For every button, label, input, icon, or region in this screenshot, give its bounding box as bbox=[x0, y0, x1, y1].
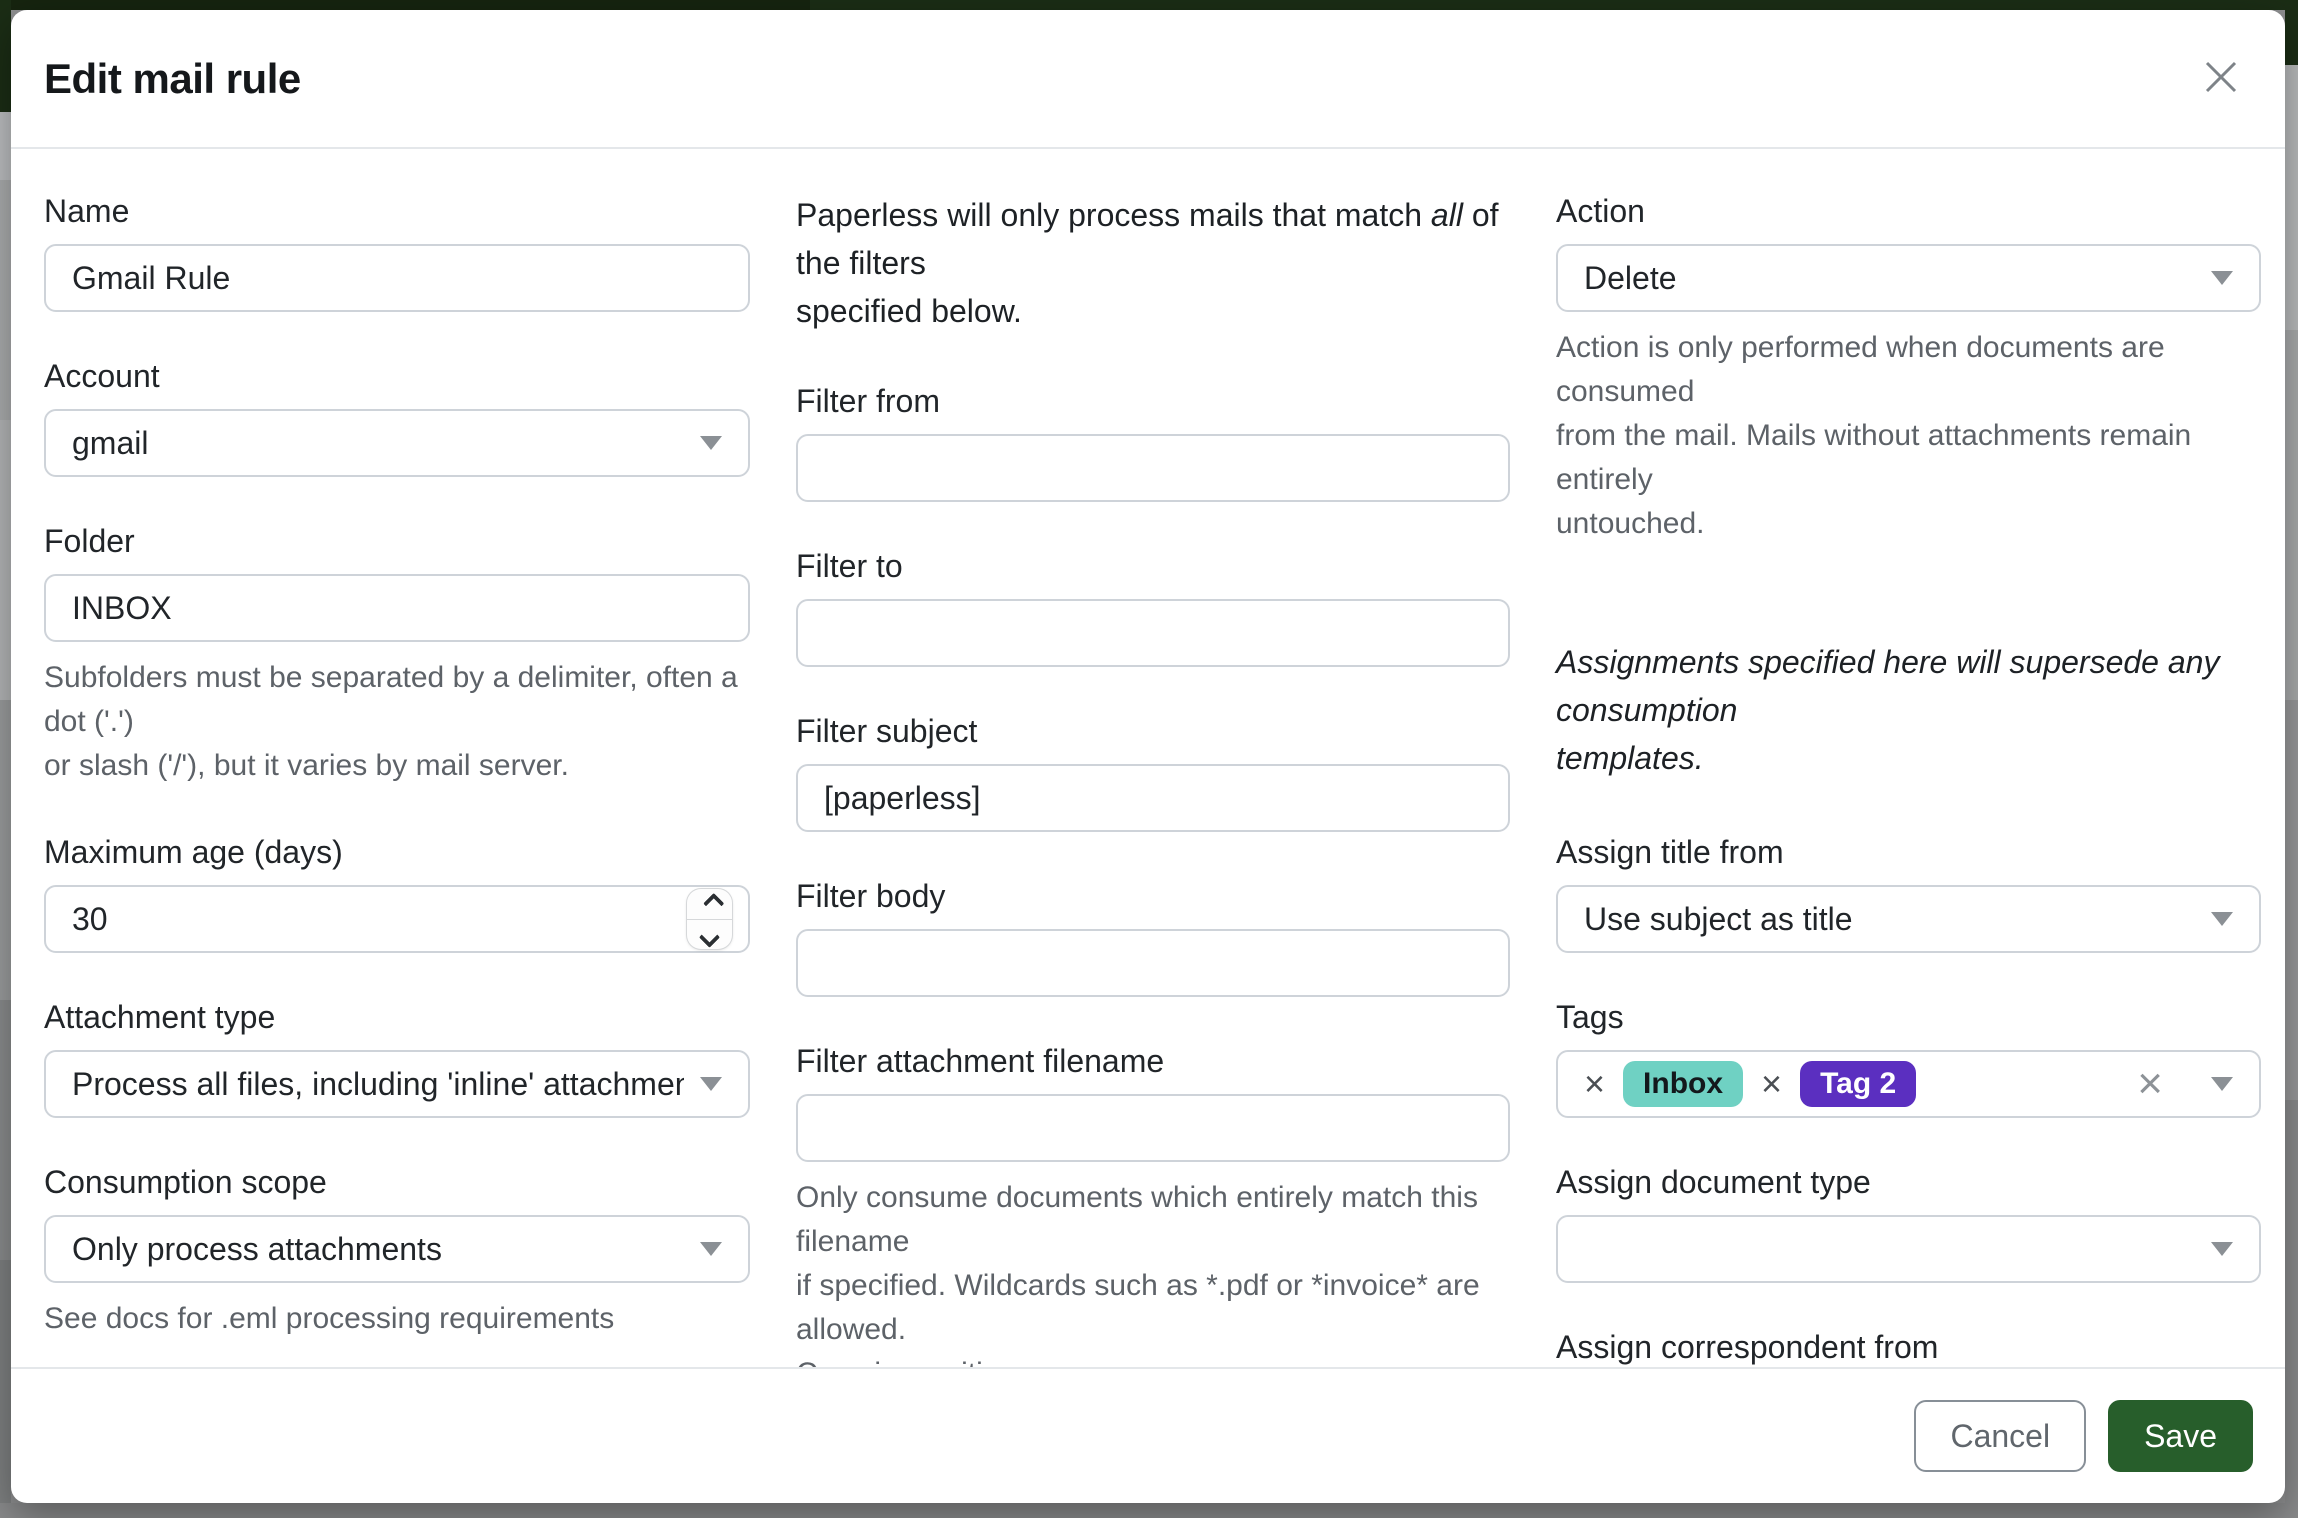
backdrop-left-edge bbox=[0, 0, 11, 1518]
tags-label: Tags bbox=[1556, 997, 2261, 1037]
filter-filename-input[interactable] bbox=[796, 1094, 1510, 1162]
stepper-up[interactable] bbox=[687, 889, 732, 920]
consumption-scope-label: Consumption scope bbox=[44, 1162, 750, 1202]
assign-correspondent-field-group: Assign correspondent from Do not assign … bbox=[1556, 1327, 2261, 1367]
chevron-down-icon bbox=[2211, 1077, 2233, 1091]
filter-to-label: Filter to bbox=[796, 546, 1510, 586]
assign-doctype-field-group: Assign document type bbox=[1556, 1162, 2261, 1283]
action-help-text: Action is only performed when documents … bbox=[1556, 326, 2261, 546]
tag-pill-tag-2: Tag 2 bbox=[1800, 1061, 1916, 1107]
attachment-type-selected-value: Process all files, including 'inline' at… bbox=[72, 1066, 684, 1103]
clear-tags-button[interactable]: × bbox=[2137, 1062, 2163, 1106]
account-select[interactable]: gmail bbox=[44, 409, 750, 477]
name-field-group: Name bbox=[44, 191, 750, 312]
assign-doctype-label: Assign document type bbox=[1556, 1162, 2261, 1202]
name-input[interactable] bbox=[44, 244, 750, 312]
filter-body-input[interactable] bbox=[796, 929, 1510, 997]
remove-tag-2-button[interactable]: × bbox=[1761, 1066, 1782, 1102]
dialog-title: Edit mail rule bbox=[44, 55, 301, 103]
chevron-down-icon bbox=[700, 436, 722, 450]
dialog-header: Edit mail rule bbox=[11, 10, 2285, 149]
chevron-down-icon bbox=[2211, 271, 2233, 285]
consumption-scope-selected-value: Only process attachments bbox=[72, 1231, 684, 1268]
close-button[interactable] bbox=[2193, 51, 2249, 107]
account-selected-value: gmail bbox=[72, 425, 684, 462]
folder-field-group: Folder Subfolders must be separated by a… bbox=[44, 521, 750, 788]
assign-title-selected-value: Use subject as title bbox=[1584, 901, 2195, 938]
filter-to-field-group: Filter to bbox=[796, 546, 1510, 667]
action-label: Action bbox=[1556, 191, 2261, 231]
remove-tag-inbox-button[interactable]: × bbox=[1584, 1066, 1605, 1102]
assign-doctype-select[interactable] bbox=[1556, 1215, 2261, 1283]
action-select[interactable]: Delete bbox=[1556, 244, 2261, 312]
filter-filename-help-text: Only consume documents which entirely ma… bbox=[796, 1176, 1510, 1367]
filters-intro-before: Paperless will only process mails that m… bbox=[796, 197, 1431, 233]
name-label: Name bbox=[44, 191, 750, 231]
chevron-down-icon bbox=[700, 1242, 722, 1256]
tags-multiselect[interactable]: × Inbox × Tag 2 × bbox=[1556, 1050, 2261, 1118]
filters-intro-emphasis: all bbox=[1431, 197, 1463, 233]
backdrop-navbar bbox=[0, 0, 2298, 10]
stepper-down[interactable] bbox=[687, 920, 732, 950]
save-button[interactable]: Save bbox=[2108, 1400, 2253, 1472]
assign-correspondent-label: Assign correspondent from bbox=[1556, 1327, 2261, 1367]
column-filters: Paperless will only process mails that m… bbox=[796, 191, 1510, 1367]
tag-pill-inbox: Inbox bbox=[1623, 1061, 1743, 1107]
filter-subject-input[interactable] bbox=[796, 764, 1510, 832]
backdrop-bottom-edge bbox=[0, 1503, 2298, 1518]
filter-from-input[interactable] bbox=[796, 434, 1510, 502]
filter-from-label: Filter from bbox=[796, 381, 1510, 421]
attachment-type-select[interactable]: Process all files, including 'inline' at… bbox=[44, 1050, 750, 1118]
folder-label: Folder bbox=[44, 521, 750, 561]
account-field-group: Account gmail bbox=[44, 356, 750, 477]
cancel-button[interactable]: Cancel bbox=[1914, 1400, 2086, 1472]
consumption-scope-help-text: See docs for .eml processing requirement… bbox=[44, 1297, 750, 1341]
chevron-down-icon bbox=[699, 926, 720, 947]
column-actions: Action Delete Action is only performed w… bbox=[1556, 191, 2261, 1367]
max-age-label: Maximum age (days) bbox=[44, 832, 750, 872]
chevron-down-icon bbox=[2211, 1242, 2233, 1256]
action-selected-value: Delete bbox=[1584, 260, 2195, 297]
edit-mail-rule-dialog: Edit mail rule Name Account gmail bbox=[11, 10, 2285, 1503]
dialog-body: Name Account gmail Folder Subfolders mus… bbox=[11, 151, 2285, 1367]
filter-filename-field-group: Filter attachment filename Only consume … bbox=[796, 1041, 1510, 1367]
filter-body-label: Filter body bbox=[796, 876, 1510, 916]
consumption-scope-select[interactable]: Only process attachments bbox=[44, 1215, 750, 1283]
assign-title-select[interactable]: Use subject as title bbox=[1556, 885, 2261, 953]
assignments-note-text: Assignments specified here will supersed… bbox=[1556, 638, 2261, 782]
chevron-up-icon bbox=[703, 893, 724, 914]
column-general: Name Account gmail Folder Subfolders mus… bbox=[44, 191, 750, 1367]
filter-body-field-group: Filter body bbox=[796, 876, 1510, 997]
attachment-type-label: Attachment type bbox=[44, 997, 750, 1037]
filters-intro-text: Paperless will only process mails that m… bbox=[796, 191, 1510, 335]
filter-from-field-group: Filter from bbox=[796, 381, 1510, 502]
filter-filename-label: Filter attachment filename bbox=[796, 1041, 1510, 1081]
chevron-down-icon bbox=[2211, 912, 2233, 926]
max-age-input[interactable] bbox=[44, 885, 750, 953]
max-age-field-group: Maximum age (days) bbox=[44, 832, 750, 953]
tags-field-group: Tags × Inbox × Tag 2 × bbox=[1556, 997, 2261, 1118]
filter-subject-label: Filter subject bbox=[796, 711, 1510, 751]
close-icon bbox=[2202, 58, 2240, 99]
folder-input[interactable] bbox=[44, 574, 750, 642]
filter-subject-field-group: Filter subject bbox=[796, 711, 1510, 832]
max-age-number-wrap bbox=[44, 885, 750, 953]
chevron-down-icon bbox=[700, 1077, 722, 1091]
max-age-stepper[interactable] bbox=[687, 889, 732, 949]
folder-help-text: Subfolders must be separated by a delimi… bbox=[44, 656, 750, 788]
consumption-scope-field-group: Consumption scope Only process attachmen… bbox=[44, 1162, 750, 1341]
attachment-type-field-group: Attachment type Process all files, inclu… bbox=[44, 997, 750, 1118]
backdrop-right-edge bbox=[2285, 0, 2298, 1518]
assign-title-field-group: Assign title from Use subject as title bbox=[1556, 832, 2261, 953]
assign-title-label: Assign title from bbox=[1556, 832, 2261, 872]
action-field-group: Action Delete Action is only performed w… bbox=[1556, 191, 2261, 546]
account-label: Account bbox=[44, 356, 750, 396]
dialog-footer: Cancel Save bbox=[11, 1367, 2285, 1503]
filter-to-input[interactable] bbox=[796, 599, 1510, 667]
